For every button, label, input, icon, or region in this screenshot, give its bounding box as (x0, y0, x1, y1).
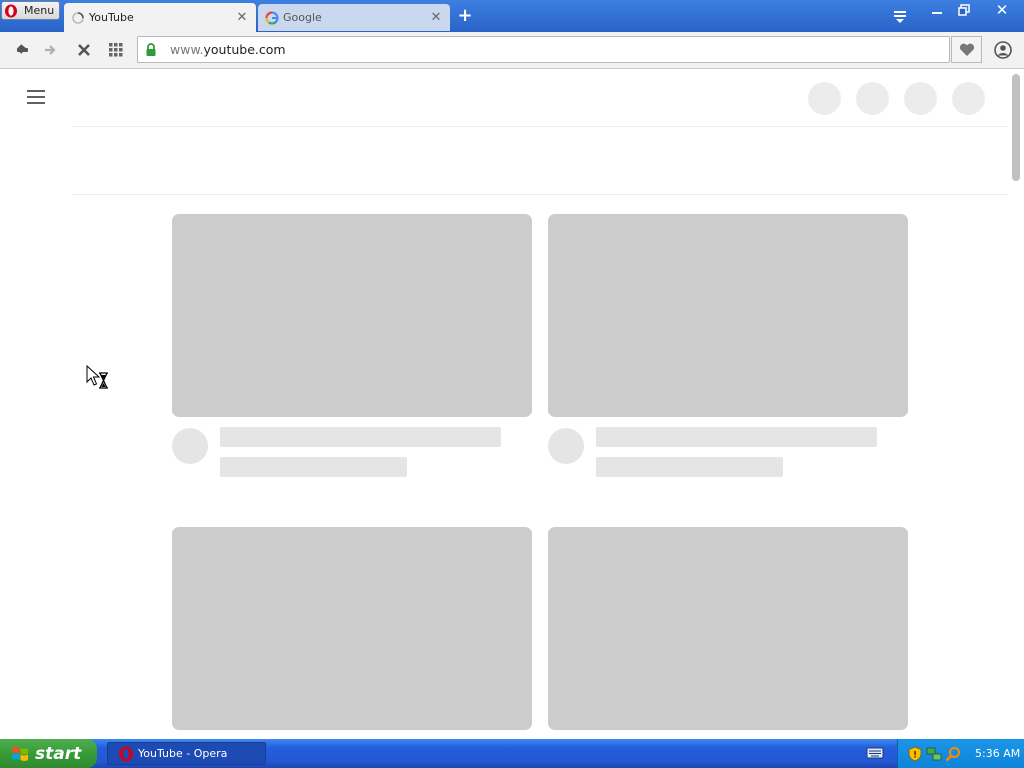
navigation-toolbar: www.youtube.com (0, 32, 1024, 69)
chips-divider (72, 194, 1008, 195)
close-icon[interactable]: ✕ (428, 10, 444, 26)
video-title-placeholder (596, 427, 877, 447)
video-title-placeholder (220, 427, 501, 447)
header-placeholder-circle (856, 82, 889, 115)
scrollbar-thumb[interactable] (1012, 74, 1020, 181)
back-arrow-icon[interactable] (11, 40, 31, 60)
search-magnifier-icon[interactable] (945, 746, 961, 762)
start-button[interactable]: start (0, 739, 97, 768)
url-prefix: www. (170, 42, 204, 57)
tab-menu-icon[interactable] (892, 8, 908, 24)
url-domain: youtube.com (203, 42, 286, 57)
taskbar-item-opera[interactable]: YouTube - Opera (107, 742, 266, 765)
video-thumbnail-placeholder (172, 527, 532, 730)
header-placeholder-circle (904, 82, 937, 115)
channel-avatar-placeholder (172, 428, 208, 464)
video-thumbnail-placeholder (548, 527, 908, 730)
speed-dial-grid-icon[interactable] (106, 40, 126, 60)
system-clock[interactable]: 5:36 AM (975, 747, 1020, 760)
svg-text:!: ! (913, 750, 917, 760)
video-meta-placeholder (596, 457, 783, 477)
opera-logo-icon (5, 4, 17, 17)
forward-arrow-icon[interactable] (41, 40, 61, 60)
windows-taskbar: start YouTube - Opera ! 5:36 AM (0, 739, 1024, 768)
header-placeholder-circle (808, 82, 841, 115)
keyboard-language-icon[interactable] (866, 746, 884, 760)
security-shield-icon[interactable]: ! (907, 746, 923, 762)
tab-google[interactable]: Google ✕ (258, 4, 450, 31)
video-meta-placeholder (220, 457, 407, 477)
lock-icon (146, 42, 156, 56)
header-divider (72, 126, 1008, 127)
tab-youtube[interactable]: YouTube ✕ (64, 3, 256, 32)
opera-icon (119, 746, 133, 761)
start-label: start (35, 743, 82, 764)
url-text[interactable]: www.youtube.com (170, 42, 286, 57)
tab-title: YouTube (89, 11, 134, 24)
taskbar-item-label: YouTube - Opera (138, 747, 228, 760)
google-g-icon (265, 11, 279, 25)
system-tray: ! 5:36 AM (897, 739, 1024, 768)
menu-label: Menu (24, 4, 55, 17)
video-thumbnail-placeholder (548, 214, 908, 417)
close-icon[interactable]: ✕ (234, 10, 250, 26)
address-bar[interactable]: www.youtube.com (137, 36, 950, 63)
new-tab-plus-icon[interactable]: + (456, 5, 474, 26)
bookmark-heart-icon[interactable] (951, 36, 982, 63)
window-close-icon[interactable]: ✕ (982, 1, 1022, 19)
busy-cursor-icon (86, 365, 108, 389)
youtube-page-content (0, 70, 1024, 739)
channel-avatar-placeholder (548, 428, 584, 464)
hamburger-menu-icon[interactable] (27, 90, 45, 104)
video-thumbnail-placeholder (172, 214, 532, 417)
restore-icon[interactable] (951, 1, 977, 19)
loading-spinner-icon (72, 11, 84, 24)
account-icon[interactable] (993, 40, 1013, 60)
page-scrollbar[interactable] (1008, 70, 1024, 739)
windows-logo-icon (12, 746, 28, 761)
minimize-icon[interactable] (924, 1, 950, 19)
network-icon[interactable] (926, 746, 942, 762)
stop-loading-icon[interactable] (74, 40, 94, 60)
opera-menu-button[interactable]: Menu (1, 1, 60, 20)
tab-title: Google (283, 11, 322, 24)
header-placeholder-circle (952, 82, 985, 115)
browser-tab-bar: Menu YouTube ✕ Google ✕ + ✕ (0, 0, 1024, 32)
